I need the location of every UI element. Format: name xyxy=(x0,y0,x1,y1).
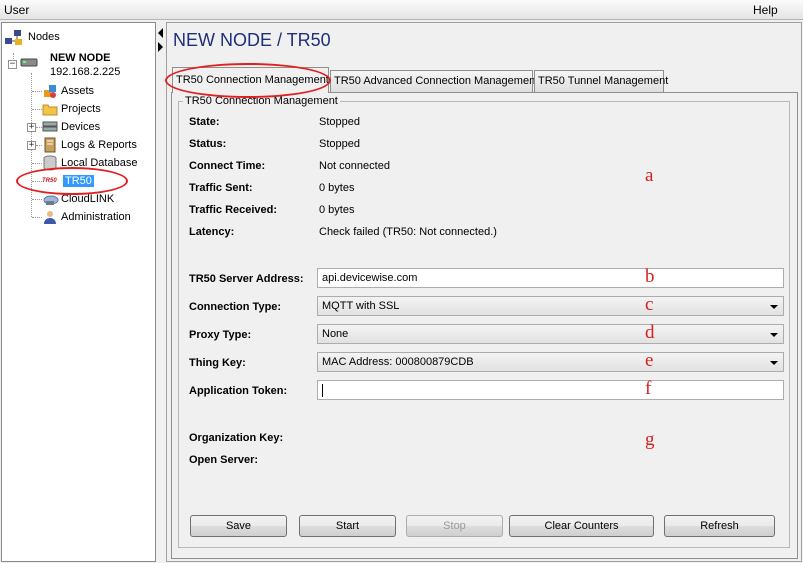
annotation-e: e xyxy=(645,350,654,371)
tree-item-assets[interactable]: Assets xyxy=(42,83,94,99)
refresh-button[interactable]: Refresh xyxy=(664,515,775,537)
tab-tunnel-management[interactable]: TR50 Tunnel Management xyxy=(534,70,668,92)
thing-key-label: Thing Key: xyxy=(189,357,246,369)
server-address-label: TR50 Server Address: xyxy=(189,273,304,285)
tree-label-cloudlink: CloudLINK xyxy=(61,193,115,205)
thing-key-select[interactable]: MAC Address: 000800879CDB xyxy=(317,352,784,372)
groupbox-title: TR50 Connection Management xyxy=(183,95,340,107)
expand-logs-toggle[interactable]: + xyxy=(27,141,36,150)
annotation-c: c xyxy=(645,294,654,315)
tree-item-cloudlink[interactable]: CloudLINK xyxy=(42,191,114,207)
devices-icon xyxy=(42,119,58,135)
application-token-input[interactable] xyxy=(317,380,784,400)
tab-connection-management[interactable]: TR50 Connection Management xyxy=(172,67,329,93)
tree-item-devices[interactable]: Devices xyxy=(42,119,100,135)
annotation-b: b xyxy=(645,266,655,287)
proxy-type-select[interactable]: None xyxy=(317,324,784,344)
annotation-f: f xyxy=(645,378,652,399)
status-label: Status: xyxy=(189,138,227,150)
connect-time-value: Not connected xyxy=(319,160,390,172)
report-book-icon xyxy=(42,137,58,153)
database-icon xyxy=(42,155,58,171)
organization-key-label: Organization Key: xyxy=(189,432,284,444)
folder-icon xyxy=(42,101,58,117)
server-address-input[interactable]: api.devicewise.com xyxy=(317,268,784,288)
state-label: State: xyxy=(189,116,220,128)
tree-label-tr50: TR50 xyxy=(63,175,94,187)
latency-value: Check failed (TR50: Not connected.) xyxy=(319,226,497,238)
status-value: Stopped xyxy=(319,138,360,150)
tree-label-assets: Assets xyxy=(61,85,95,97)
thing-key-value: MAC Address: 000800879CDB xyxy=(322,356,474,368)
save-button[interactable]: Save xyxy=(190,515,287,537)
tree-label-local-database: Local Database xyxy=(61,157,138,169)
navigation-tree: Nodes − NEW NODE 192.168.2.225 Assets Pr… xyxy=(1,22,156,562)
tree-label-administration: Administration xyxy=(61,211,131,223)
traffic-sent-label: Traffic Sent: xyxy=(189,182,253,194)
cloud-icon xyxy=(42,191,59,207)
tree-item-nodes[interactable]: Nodes xyxy=(4,29,60,45)
dropdown-arrow-icon xyxy=(770,305,778,309)
server-node-icon xyxy=(20,55,38,71)
tree-label-devices: Devices xyxy=(61,121,101,133)
content-panel: NEW NODE / TR50 TR50 Connection Manageme… xyxy=(166,22,802,562)
node-name: NEW NODE xyxy=(50,52,111,64)
connect-time-label: Connect Time: xyxy=(189,160,266,172)
tree-item-logs-reports[interactable]: Logs & Reports xyxy=(42,137,137,153)
annotation-g: g xyxy=(645,429,655,450)
assets-icon xyxy=(42,83,58,99)
tree-item-new-node[interactable] xyxy=(20,55,39,71)
tree-label-logs-reports: Logs & Reports xyxy=(61,139,137,151)
traffic-received-value: 0 bytes xyxy=(319,204,355,216)
clear-counters-button[interactable]: Clear Counters xyxy=(509,515,654,537)
collapse-node-toggle[interactable]: − xyxy=(8,60,17,69)
tab-panel: TR50 Connection Management State: Stoppe… xyxy=(171,92,798,559)
tr50-logo-icon: TR50 xyxy=(42,178,57,184)
connection-type-label: Connection Type: xyxy=(189,301,282,313)
state-value: Stopped xyxy=(319,116,360,128)
admin-user-icon xyxy=(42,209,58,225)
tab-advanced-connection-management[interactable]: TR50 Advanced Connection Management xyxy=(330,70,538,92)
proxy-type-label: Proxy Type: xyxy=(189,329,252,341)
page-title: NEW NODE / TR50 xyxy=(173,30,331,50)
tree-label-projects: Projects xyxy=(61,103,101,115)
menu-user[interactable]: User xyxy=(4,3,29,17)
traffic-received-label: Traffic Received: xyxy=(189,204,278,216)
tree-label-nodes: Nodes xyxy=(28,31,60,43)
tree-item-local-database[interactable]: Local Database xyxy=(42,155,137,171)
menu-bar: User Help xyxy=(0,0,803,20)
expand-devices-toggle[interactable]: + xyxy=(27,123,36,132)
collapse-left-arrow-icon[interactable] xyxy=(158,28,163,38)
dropdown-arrow-icon xyxy=(770,333,778,337)
annotation-d: d xyxy=(645,322,655,343)
connection-type-select[interactable]: MQTT with SSL xyxy=(317,296,784,316)
open-server-label: Open Server: xyxy=(189,454,259,466)
text-cursor xyxy=(322,384,323,397)
traffic-sent-value: 0 bytes xyxy=(319,182,355,194)
application-token-label: Application Token: xyxy=(189,385,288,397)
stop-button[interactable]: Stop xyxy=(406,515,503,537)
tree-item-administration[interactable]: Administration xyxy=(42,209,131,225)
menu-help[interactable]: Help xyxy=(753,3,778,17)
latency-label: Latency: xyxy=(189,226,235,238)
expand-right-arrow-icon[interactable] xyxy=(158,42,163,52)
start-button[interactable]: Start xyxy=(299,515,396,537)
tree-item-tr50[interactable]: TR50 TR50 xyxy=(42,173,94,189)
panel-splitter[interactable] xyxy=(157,22,165,562)
annotation-a: a xyxy=(645,165,654,186)
connection-groupbox: TR50 Connection Management State: Stoppe… xyxy=(178,95,790,548)
dropdown-arrow-icon xyxy=(770,361,778,365)
proxy-type-value: None xyxy=(322,328,349,340)
network-nodes-icon xyxy=(4,29,22,45)
tree-item-projects[interactable]: Projects xyxy=(42,101,101,117)
connection-type-value: MQTT with SSL xyxy=(322,300,400,312)
node-ip: 192.168.2.225 xyxy=(50,66,121,78)
